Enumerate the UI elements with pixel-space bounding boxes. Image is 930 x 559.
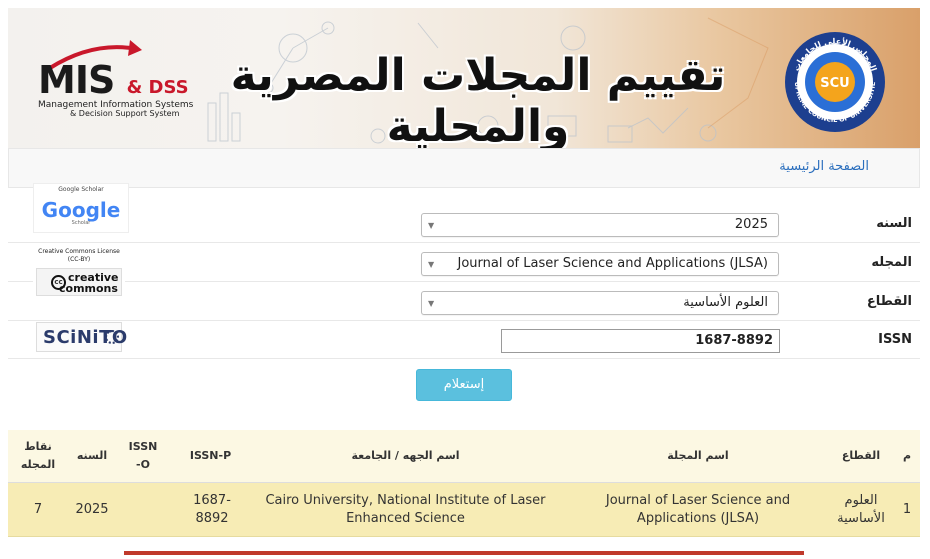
table-header-row: م القطاع اسم المجلة اسم الجهه / الجامعة … [8, 430, 920, 483]
mis-logo-subtitle-2: & Decision Support System [70, 109, 180, 118]
google-wordmark: Google [41, 198, 121, 222]
cell-journal-name: Journal of Laser Science and Application… [605, 492, 791, 526]
cell-index: 1 [902, 501, 912, 517]
header-banner: MIS & DSS Management Information Systems… [8, 8, 920, 148]
cc-badge: cc creative commons [36, 268, 122, 296]
sector-select[interactable]: ▼ العلوم الأساسية [421, 291, 779, 315]
svg-text:SCU: SCU [820, 76, 849, 91]
home-link[interactable]: الصفحة الرئيسية [779, 159, 869, 174]
header-journal-name: اسم المجلة [667, 449, 729, 462]
issn-input[interactable]: 1687-8892 [501, 329, 780, 353]
google-scholar-logo[interactable]: Google Scholar Google Scholar [33, 183, 129, 233]
table-row: 1 العلوم الأساسية Journal of Laser Scien… [8, 483, 920, 537]
sector-label: القطاع [866, 294, 912, 309]
journal-label: المجله [871, 255, 912, 270]
header-points: نقاط المجله [20, 440, 56, 471]
dropdown-arrow-icon: ▼ [428, 299, 435, 308]
footer-divider [124, 551, 804, 555]
header-institution: اسم الجهه / الجامعة [351, 449, 460, 462]
journal-select[interactable]: ▼ Journal of Laser Science and Applicati… [421, 252, 779, 276]
results-table: م القطاع اسم المجلة اسم الجهه / الجامعة … [8, 430, 920, 537]
header-sector: القطاع [841, 449, 881, 462]
banner-title: تقييم المجلات المصرية والمحلية [230, 50, 726, 148]
year-select[interactable]: ▼ 2025 [421, 213, 779, 237]
scinito-dots-icon [105, 330, 119, 344]
dropdown-arrow-icon: ▼ [428, 260, 435, 269]
journal-row: المجله ▼ Journal of Laser Science and Ap… [8, 244, 920, 282]
cell-issn-p: 1687-8892 [193, 492, 231, 526]
top-nav: الصفحة الرئيسية [8, 148, 920, 188]
year-row: السنه ▼ 2025 [8, 205, 920, 243]
header-issn-p: ISSN-P [189, 449, 232, 462]
header-index: م [902, 449, 912, 462]
query-button[interactable]: إستعلام [416, 369, 512, 401]
header-issn-o: ISSN-O [128, 440, 158, 471]
cell-issn-o [120, 483, 166, 536]
year-label: السنه [876, 216, 912, 231]
creative-commons-logo[interactable]: Creative Commons License (CC-BY) cc crea… [33, 248, 125, 298]
cell-sector: العلوم الأساسية [837, 492, 885, 526]
header-year: السنه [76, 449, 108, 462]
scinito-logo[interactable]: SCiNiTO [36, 322, 127, 352]
issn-label: ISSN [878, 332, 912, 347]
scu-seal-icon: SCU SUPREME COUNCIL OF UNIVERSITIES المج… [783, 30, 885, 132]
cell-points: 7 [33, 501, 43, 517]
cell-institution: Cairo University, National Institute of … [265, 492, 546, 526]
cell-year: 2025 [75, 501, 109, 517]
mis-logo-title: MIS & DSS [38, 58, 189, 102]
sector-row: القطاع ▼ العلوم الأساسية [8, 283, 920, 321]
dropdown-arrow-icon: ▼ [428, 221, 435, 230]
issn-row: ISSN 1687-8892 [8, 321, 920, 359]
